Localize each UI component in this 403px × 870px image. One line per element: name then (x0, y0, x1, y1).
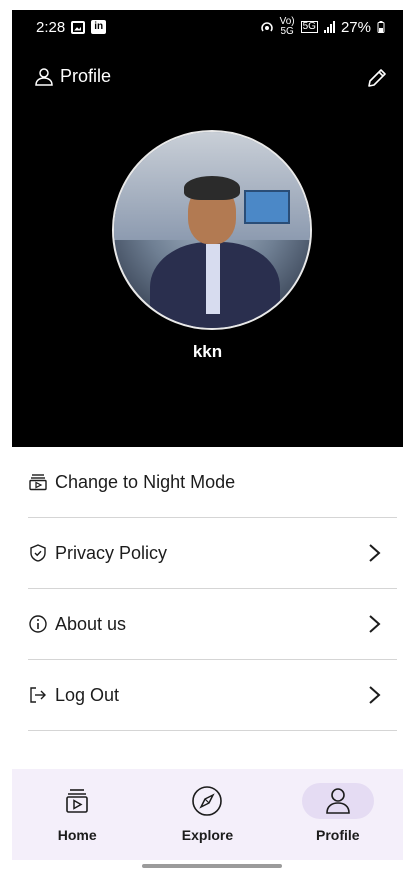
status-left: 2:28 in (36, 18, 107, 36)
volte-indicator: Vo) 5G (279, 16, 295, 37)
active-nav-pill (301, 783, 374, 819)
menu-label: Change to Night Mode (55, 471, 236, 492)
signal-strength-icon (323, 21, 335, 33)
compass-icon (192, 786, 223, 816)
chevron-right-icon (369, 615, 381, 633)
user-icon (326, 788, 350, 814)
menu-label: Privacy Policy (55, 542, 168, 563)
night-mode-icon (29, 474, 47, 491)
user-name: kkn (192, 342, 223, 361)
home-indicator[interactable] (142, 864, 282, 868)
chevron-right-icon (369, 544, 381, 562)
menu-label: About us (55, 613, 127, 634)
bottom-navigation: Home Explore Profile (12, 769, 403, 860)
logout-icon (30, 687, 46, 703)
home-feed-icon (66, 789, 88, 813)
linkedin-notification-icon: in (91, 20, 107, 34)
battery-percent: 27% (340, 18, 371, 36)
battery-icon (377, 21, 385, 33)
profile-header: 2:28 in Vo) 5G 5G 27% Profile kkn (12, 10, 403, 447)
nav-item-home[interactable]: Home (22, 783, 132, 843)
profile-screen: 2:28 in Vo) 5G 5G 27% Profile kkn Change… (0, 0, 403, 870)
status-bar: 2:28 in Vo) 5G 5G 27% (12, 10, 403, 44)
gallery-notification-icon (71, 20, 86, 34)
nav-item-profile[interactable]: Profile (283, 783, 393, 843)
nav-label: Explore (181, 827, 234, 843)
menu-item-privacy-policy[interactable]: Privacy Policy (28, 518, 397, 589)
nav-label: Home (57, 827, 97, 843)
profile-avatar[interactable] (112, 130, 312, 330)
edit-profile-icon[interactable] (365, 66, 389, 90)
menu-item-night-mode[interactable]: Change to Night Mode (28, 447, 397, 518)
page-title: Profile (60, 66, 112, 86)
menu-item-log-out[interactable]: Log Out (28, 660, 397, 731)
user-outline-icon (35, 67, 53, 86)
shield-check-icon (30, 544, 46, 562)
hotspot-icon (260, 22, 273, 32)
chevron-right-icon (369, 686, 381, 704)
nav-item-explore[interactable]: Explore (152, 783, 262, 843)
status-right: Vo) 5G 5G 27% (260, 17, 385, 37)
header-title-row: Profile (34, 66, 111, 87)
nav-label: Profile (316, 827, 360, 843)
status-time: 2:28 (36, 18, 66, 36)
info-icon (29, 615, 47, 633)
menu-item-about-us[interactable]: About us (28, 589, 397, 660)
menu-label: Log Out (55, 684, 120, 705)
profile-menu: Change to Night Mode Privacy Policy Abou… (28, 447, 397, 731)
network-5g-label: 5G (300, 21, 318, 33)
